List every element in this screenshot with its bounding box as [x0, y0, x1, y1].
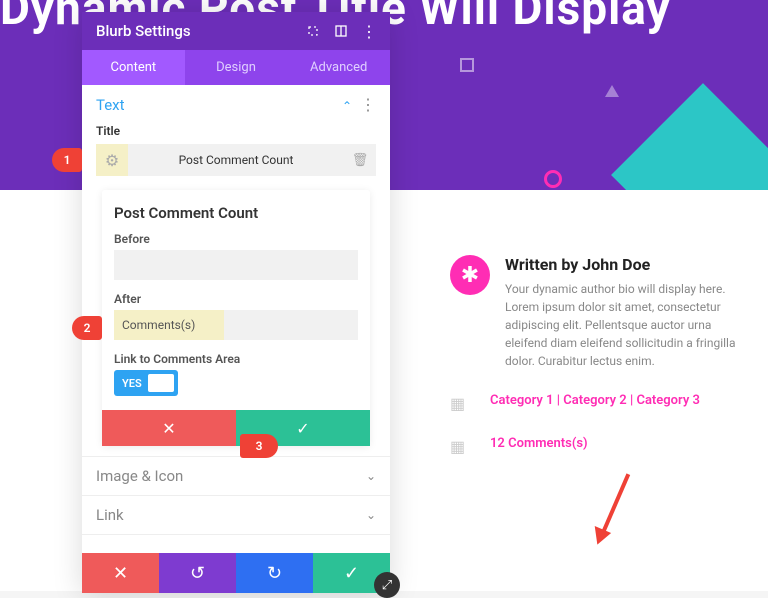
categories-text[interactable]: Category 1 | Category 2 | Category 3	[490, 392, 700, 410]
before-input[interactable]	[114, 250, 358, 280]
dynamic-content-subpanel: Post Comment Count Before After Link to …	[102, 190, 370, 446]
chevron-down-icon: ⌄	[366, 469, 376, 483]
undo-button[interactable]: ↺	[159, 553, 236, 593]
discard-button[interactable]: ✕	[82, 553, 159, 593]
link-comments-toggle[interactable]: YES	[114, 370, 178, 396]
triangle-shape	[605, 85, 619, 97]
title-field-value[interactable]: Post Comment Count	[128, 144, 344, 176]
callout-marker-1: 1	[52, 148, 82, 172]
callout-marker-2: 2	[72, 316, 102, 340]
link-comments-label: Link to Comments Area	[114, 352, 358, 366]
grid-icon: ▦	[450, 437, 474, 456]
panel-header: Blurb Settings ⋮	[82, 12, 390, 50]
section-text-label: Text	[96, 96, 125, 114]
after-input[interactable]	[114, 310, 358, 340]
title-field-label: Title	[96, 124, 376, 138]
section-text-header[interactable]: Text ⌃ ⋮	[96, 95, 376, 114]
toggle-text: YES	[122, 377, 142, 390]
settings-panel: Blurb Settings ⋮ Content Design Advanced…	[82, 12, 390, 593]
header-icons: ⋮	[306, 24, 376, 38]
avatar: ✱	[450, 255, 490, 295]
comments-text[interactable]: 12 Comments(s)	[490, 435, 588, 453]
chevron-down-icon: ⌄	[366, 508, 376, 522]
section-image-icon[interactable]: Image & Icon ⌄	[82, 457, 390, 496]
expand-icon[interactable]: ⤢	[374, 572, 400, 598]
trash-icon[interactable]: 🗑	[344, 153, 376, 168]
subpanel-cancel-button[interactable]: ✕	[102, 410, 236, 446]
gear-icon[interactable]: ⚙	[96, 144, 128, 176]
subpanel-heading: Post Comment Count	[114, 204, 358, 222]
pink-circle-shape	[544, 170, 562, 188]
after-label: After	[114, 292, 358, 306]
chevron-up-icon: ⌃	[342, 99, 352, 113]
more-icon[interactable]: ⋮	[362, 24, 376, 38]
section-link-label: Link	[96, 506, 124, 524]
tab-advanced[interactable]: Advanced	[287, 50, 390, 85]
redo-button[interactable]: ↻	[236, 553, 313, 593]
toggle-knob	[148, 374, 174, 392]
section-text: Text ⌃ ⋮ Title ⚙ Post Comment Count 🗑 Pos…	[82, 85, 390, 457]
preview-column: ✱ Written by John Doe Your dynamic autho…	[450, 255, 740, 456]
columns-icon[interactable]	[334, 24, 348, 38]
title-field-row: ⚙ Post Comment Count 🗑	[96, 144, 376, 176]
grid-icon: ▦	[450, 394, 474, 413]
comments-row: ▦ 12 Comments(s)	[450, 435, 740, 456]
before-label: Before	[114, 232, 358, 246]
section-more-icon[interactable]: ⋮	[360, 95, 376, 114]
panel-title: Blurb Settings	[96, 22, 191, 40]
author-name: Written by John Doe	[505, 255, 740, 274]
subpanel-actions: ✕ ✓	[102, 410, 370, 446]
categories-row: ▦ Category 1 | Category 2 | Category 3	[450, 392, 740, 413]
section-link[interactable]: Link ⌄	[82, 496, 390, 535]
panel-bottom-actions: ✕ ↺ ↻ ✓	[82, 553, 390, 593]
panel-tabs: Content Design Advanced	[82, 50, 390, 85]
fullscreen-icon[interactable]	[306, 24, 320, 38]
section-image-icon-label: Image & Icon	[96, 467, 183, 485]
square-shape	[460, 58, 474, 72]
tab-design[interactable]: Design	[185, 50, 288, 85]
author-bio: Your dynamic author bio will display her…	[505, 280, 740, 370]
tab-content[interactable]: Content	[82, 50, 185, 85]
callout-marker-3: 3	[240, 434, 278, 458]
